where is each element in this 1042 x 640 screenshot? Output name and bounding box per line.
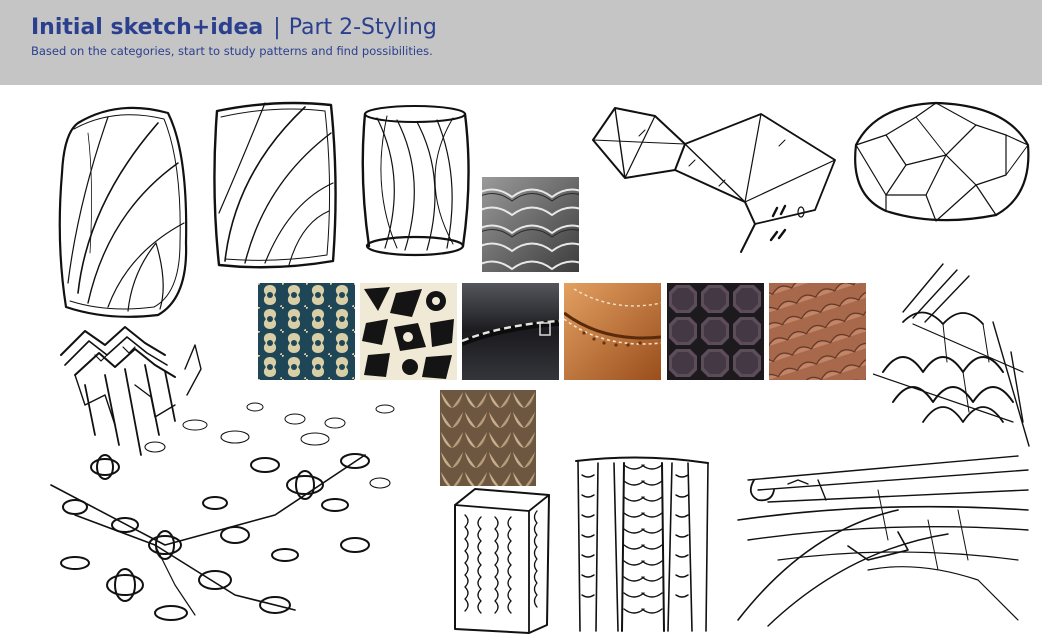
- page-title: Initial sketch+idea | Part 2-Styling: [31, 14, 437, 42]
- title-part: Part 2-Styling: [288, 15, 437, 40]
- title-main: Initial sketch+idea: [31, 15, 264, 40]
- photo-roof-tiles: [769, 283, 866, 380]
- photo-octagon-tiles: [667, 283, 764, 380]
- photo-black-white-geometric-print: [360, 283, 457, 380]
- sketch-geodesic-stone: [846, 95, 1034, 227]
- sketch-braid-column: [568, 455, 718, 635]
- photo-knit-wool: [440, 390, 536, 486]
- sketch-knot-pattern: [35, 395, 405, 625]
- photo-blue-lace-fabric: [258, 283, 355, 380]
- photo-curved-facade: [482, 177, 579, 272]
- sketch-leaf-capsule: [48, 93, 196, 323]
- sketch-leaf-cube: [205, 93, 345, 273]
- sketch-twisted-cylinder: [357, 98, 475, 263]
- sketch-faceted-prism: [585, 100, 845, 265]
- sketch-knit-block: [445, 485, 557, 635]
- photo-stitched-leather: [462, 283, 559, 380]
- header-banner: Initial sketch+idea | Part 2-Styling Based…: [0, 0, 1042, 85]
- photo-brogue-shoe: [564, 283, 661, 380]
- sketch-scale-roof: [873, 262, 1033, 447]
- sketch-swept-lines: [728, 450, 1033, 630]
- title-separator: |: [273, 15, 281, 40]
- page-subtitle: Based on the categories, start to study …: [31, 44, 433, 58]
